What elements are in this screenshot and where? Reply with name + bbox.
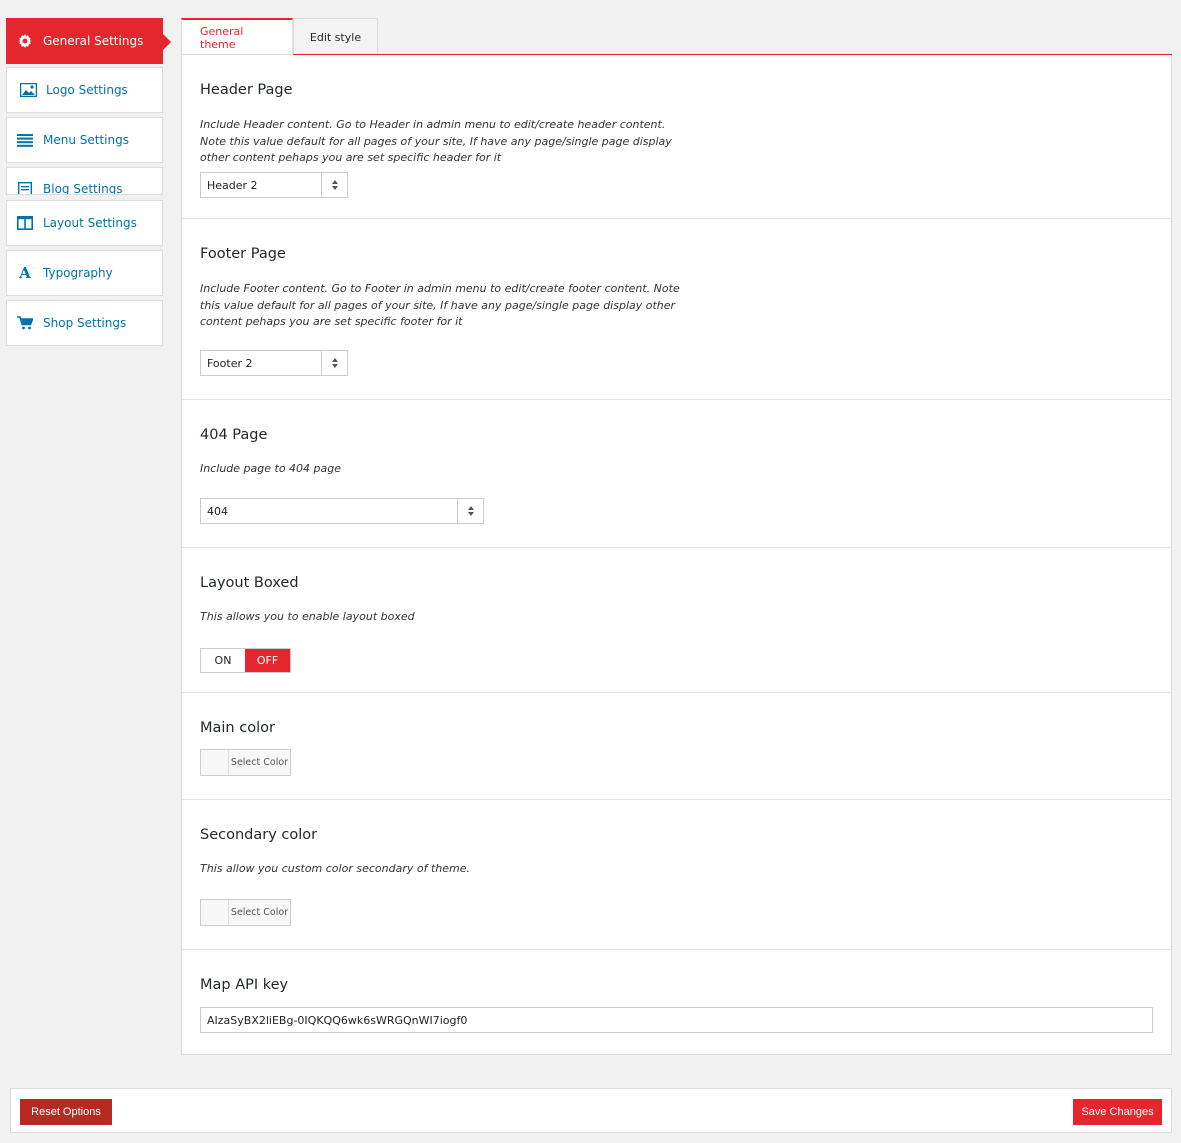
color-swatch [201, 900, 229, 925]
select-value: Footer 2 [207, 356, 253, 370]
columns-icon [7, 216, 43, 230]
main-color-picker-button[interactable]: Select Color [200, 749, 291, 776]
toggle-on-button[interactable]: ON [201, 649, 245, 672]
sidebar-item-label: Menu Settings [43, 133, 129, 147]
sidebar-item-layout-settings[interactable]: Layout Settings [6, 200, 163, 246]
select-arrows-icon [321, 351, 347, 375]
reset-options-button[interactable]: Reset Options [20, 1099, 112, 1125]
page-404-title: 404 Page [200, 427, 268, 443]
sidebar-item-general-settings[interactable]: General Settings [6, 18, 171, 64]
layout-boxed-title: Layout Boxed [200, 575, 299, 591]
select-value: Header 2 [207, 178, 258, 192]
page-404-section: 404 Page Include page to 404 page 404 [182, 400, 1171, 548]
sidebar-item-label: Layout Settings [43, 216, 137, 230]
gear-icon [7, 34, 43, 48]
settings-panel: Header Page Include Header content. Go t… [181, 54, 1172, 1055]
tab-underline [293, 54, 1172, 55]
document-icon [7, 182, 43, 194]
footer-page-title: Footer Page [200, 246, 286, 262]
select-arrows-icon [321, 173, 347, 197]
secondary-color-description: This allow you custom color secondary of… [200, 862, 470, 875]
toggle-off-button[interactable]: OFF [245, 649, 290, 672]
sidebar-item-label: Logo Settings [46, 83, 128, 97]
header-page-select[interactable]: Header 2 [200, 172, 348, 198]
main-color-title: Main color [200, 720, 275, 736]
map-api-section: Map API key AIzaSyBX2liEBg-0IQKQQ6wk6sWR… [182, 950, 1171, 1054]
options-footer-bar: Reset Options Save Changes [10, 1088, 1172, 1133]
layout-boxed-toggle[interactable]: ON OFF [200, 648, 291, 673]
header-page-section: Header Page Include Header content. Go t… [182, 55, 1171, 219]
footer-page-description: Include Footer content. Go to Footer in … [200, 282, 680, 328]
sidebar-item-label: General Settings [43, 34, 144, 48]
layout-boxed-description: This allows you to enable layout boxed [200, 610, 415, 623]
sidebar-item-blog-settings[interactable]: Blog Settings [6, 167, 163, 195]
header-page-description: Include Header content. Go to Header in … [200, 118, 672, 164]
settings-tabs: General theme Edit style [181, 18, 378, 56]
footer-page-section: Footer Page Include Footer content. Go t… [182, 219, 1171, 400]
select-color-label: Select Color [230, 757, 289, 768]
sidebar-item-shop-settings[interactable]: Shop Settings [6, 300, 163, 346]
sidebar-item-logo-settings[interactable]: Logo Settings [6, 67, 163, 113]
footer-page-select[interactable]: Footer 2 [200, 350, 348, 376]
sidebar-item-menu-settings[interactable]: Menu Settings [6, 117, 163, 163]
select-arrows-icon [457, 499, 483, 523]
cart-icon [7, 316, 43, 330]
color-swatch [201, 750, 229, 775]
map-api-title: Map API key [200, 977, 289, 993]
sidebar-item-label: Blog Settings [43, 182, 123, 195]
page-404-description: Include page to 404 page [200, 462, 342, 475]
select-value: 404 [207, 504, 228, 518]
typography-icon: A [19, 264, 31, 282]
secondary-color-section: Secondary color This allow you custom co… [182, 800, 1171, 950]
map-api-key-input[interactable]: AIzaSyBX2liEBg-0IQKQQ6wk6sWRGQnWI7iogf0 [200, 1007, 1153, 1033]
page-404-select[interactable]: 404 [200, 498, 484, 524]
secondary-color-picker-button[interactable]: Select Color [200, 899, 291, 926]
menu-icon [7, 133, 43, 147]
save-changes-button[interactable]: Save Changes [1073, 1099, 1162, 1125]
layout-boxed-section: Layout Boxed This allows you to enable l… [182, 548, 1171, 693]
select-color-label: Select Color [230, 907, 289, 918]
secondary-color-title: Secondary color [200, 827, 318, 843]
tab-edit-style[interactable]: Edit style [293, 18, 378, 55]
header-page-title: Header Page [200, 82, 293, 98]
image-icon [10, 83, 46, 97]
sidebar-item-label: Shop Settings [43, 316, 127, 330]
tab-general-theme[interactable]: General theme [181, 18, 293, 56]
sidebar-item-label: Typography [43, 266, 113, 280]
sidebar-item-typography[interactable]: A Typography [6, 250, 163, 296]
main-color-section: Main color Select Color [182, 693, 1171, 800]
